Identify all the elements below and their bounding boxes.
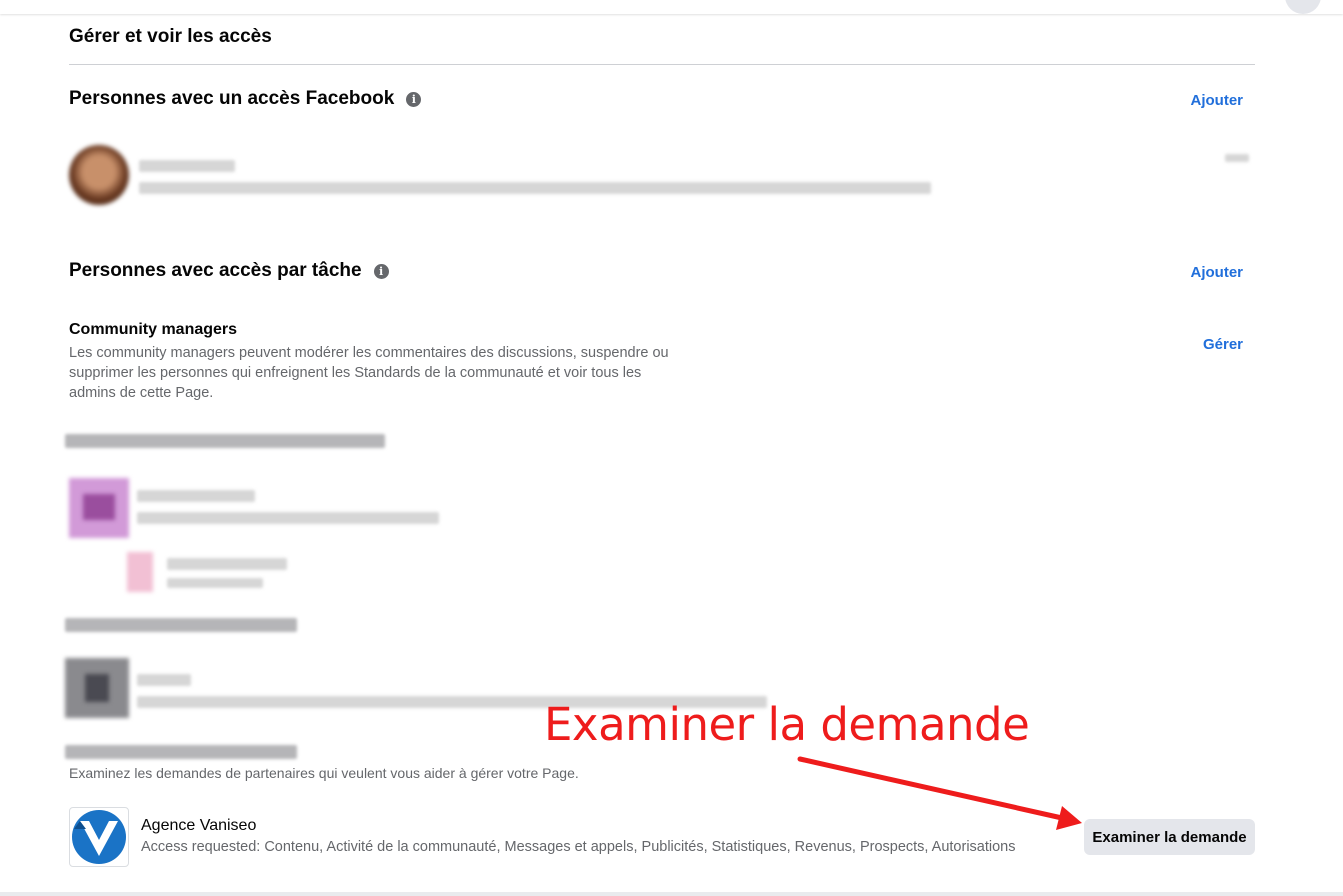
- redacted-heading: [65, 618, 297, 632]
- info-icon[interactable]: i: [406, 91, 422, 107]
- partner-avatar-inner: [85, 674, 109, 702]
- request-partner-name: Agence Vaniseo: [141, 817, 257, 834]
- redacted-heading: [65, 745, 297, 759]
- redacted-name: [139, 160, 235, 172]
- redacted-name: [137, 674, 191, 686]
- partner-requests-description: Examinez les demandes de partenaires qui…: [69, 765, 579, 781]
- redacted-role: [1225, 154, 1249, 162]
- redacted-description: [139, 182, 931, 194]
- redacted-heading: [65, 434, 385, 448]
- manage-community-managers-button[interactable]: Gérer: [1203, 336, 1243, 353]
- page-title: Gérer et voir les accès: [69, 26, 272, 47]
- task-access-heading: Personnes avec accès par tâche i: [69, 260, 389, 282]
- annotation-label: Examiner la demande: [544, 698, 1030, 751]
- vaniseo-logo-icon: [69, 807, 129, 867]
- review-request-button[interactable]: Examiner la demande: [1084, 819, 1255, 855]
- add-task-access-button[interactable]: Ajouter: [1191, 264, 1244, 281]
- avatar: [69, 145, 129, 205]
- facebook-access-heading: Personnes avec un accès Facebook i: [69, 88, 422, 110]
- task-access-title: Personnes avec accès par tâche: [69, 260, 362, 281]
- add-facebook-access-button[interactable]: Ajouter: [1191, 92, 1244, 109]
- redacted-name: [167, 558, 287, 570]
- community-managers-description: Les community managers peuvent modérer l…: [69, 345, 669, 401]
- redacted-description: [167, 578, 263, 588]
- bottom-border: [0, 892, 1343, 896]
- facebook-access-title: Personnes avec un accès Facebook: [69, 88, 395, 109]
- partner-avatar: [127, 552, 153, 592]
- redacted-name: [137, 490, 255, 502]
- redacted-description: [137, 512, 439, 524]
- partner-avatar-inner: [83, 494, 115, 520]
- account-avatar-button[interactable]: [1285, 0, 1321, 14]
- request-access-list: Access requested: Contenu, Activité de l…: [141, 839, 1016, 855]
- annotation-arrow-icon: [797, 756, 1082, 830]
- divider: [69, 64, 1255, 65]
- community-managers-title: Community managers: [69, 321, 238, 338]
- top-bar: [0, 0, 1343, 14]
- info-icon[interactable]: i: [373, 263, 389, 279]
